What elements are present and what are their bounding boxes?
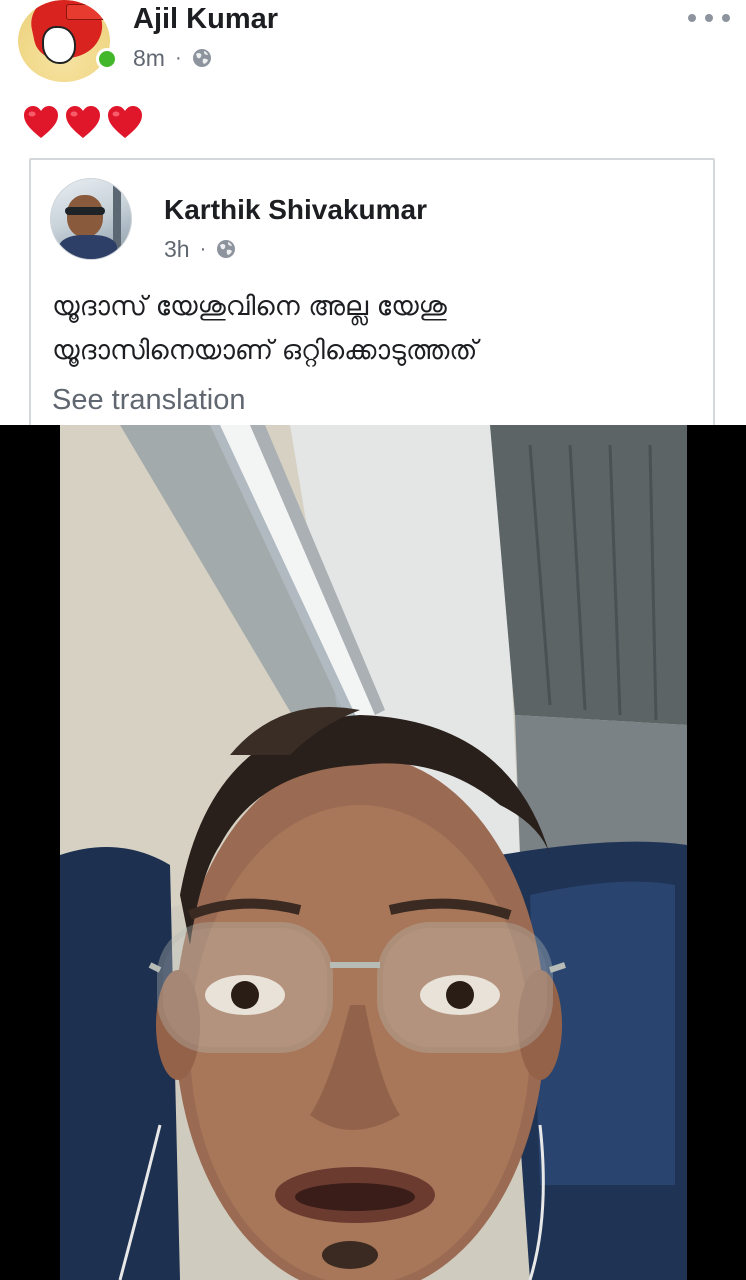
post-header: Ajil Kumar 8m · bbox=[0, 0, 746, 90]
shared-author-name[interactable]: Karthik Shivakumar bbox=[164, 194, 427, 226]
meta-separator: · bbox=[174, 46, 182, 69]
shared-author-avatar[interactable] bbox=[50, 178, 132, 260]
avatar-shirt bbox=[59, 235, 117, 259]
globe-icon bbox=[217, 240, 236, 258]
globe-icon bbox=[192, 49, 211, 67]
shared-post-meta: 3h · bbox=[164, 235, 236, 263]
shared-post-card[interactable]: Karthik Shivakumar 3h · യൂദാസ് യേശുവിനെ … bbox=[29, 158, 715, 448]
video-frame bbox=[60, 425, 687, 1280]
author-name[interactable]: Ajil Kumar bbox=[133, 3, 278, 36]
video-player[interactable] bbox=[0, 425, 746, 1280]
shared-post-text-line: യൂദാസ് യേശുവിനെ അല്ല യേശു bbox=[52, 291, 447, 322]
heart-icon bbox=[108, 106, 142, 138]
post-text bbox=[22, 104, 144, 140]
heart-icon bbox=[66, 106, 100, 138]
more-options-button[interactable] bbox=[688, 8, 730, 28]
more-icon-dot bbox=[688, 14, 696, 22]
avatar-face bbox=[67, 195, 103, 237]
heart-icon bbox=[24, 106, 58, 138]
see-translation-link[interactable]: See translation bbox=[52, 384, 245, 417]
post-meta: 8m · bbox=[133, 44, 212, 72]
video-still-illustration bbox=[60, 425, 687, 1280]
more-icon-dot bbox=[722, 14, 730, 22]
post-timestamp[interactable]: 8m bbox=[133, 45, 165, 72]
shared-post-text: യൂദാസ് യേശുവിനെ അല്ല യേശു യൂദാസിനെയാണ് ഒ… bbox=[52, 285, 672, 373]
more-icon-dot bbox=[705, 14, 713, 22]
online-status-indicator bbox=[96, 48, 118, 70]
shared-post-text-line: യൂദാസിനെയാണ് ഒറ്റിക്കൊടുത്തത് bbox=[52, 335, 478, 366]
shared-post-timestamp[interactable]: 3h bbox=[164, 236, 190, 263]
avatar-illustration-tag bbox=[66, 4, 108, 20]
meta-separator: · bbox=[199, 237, 207, 260]
avatar-sunglasses bbox=[65, 207, 105, 215]
author-avatar[interactable] bbox=[18, 0, 110, 82]
avatar-illustration-figure bbox=[42, 26, 76, 64]
